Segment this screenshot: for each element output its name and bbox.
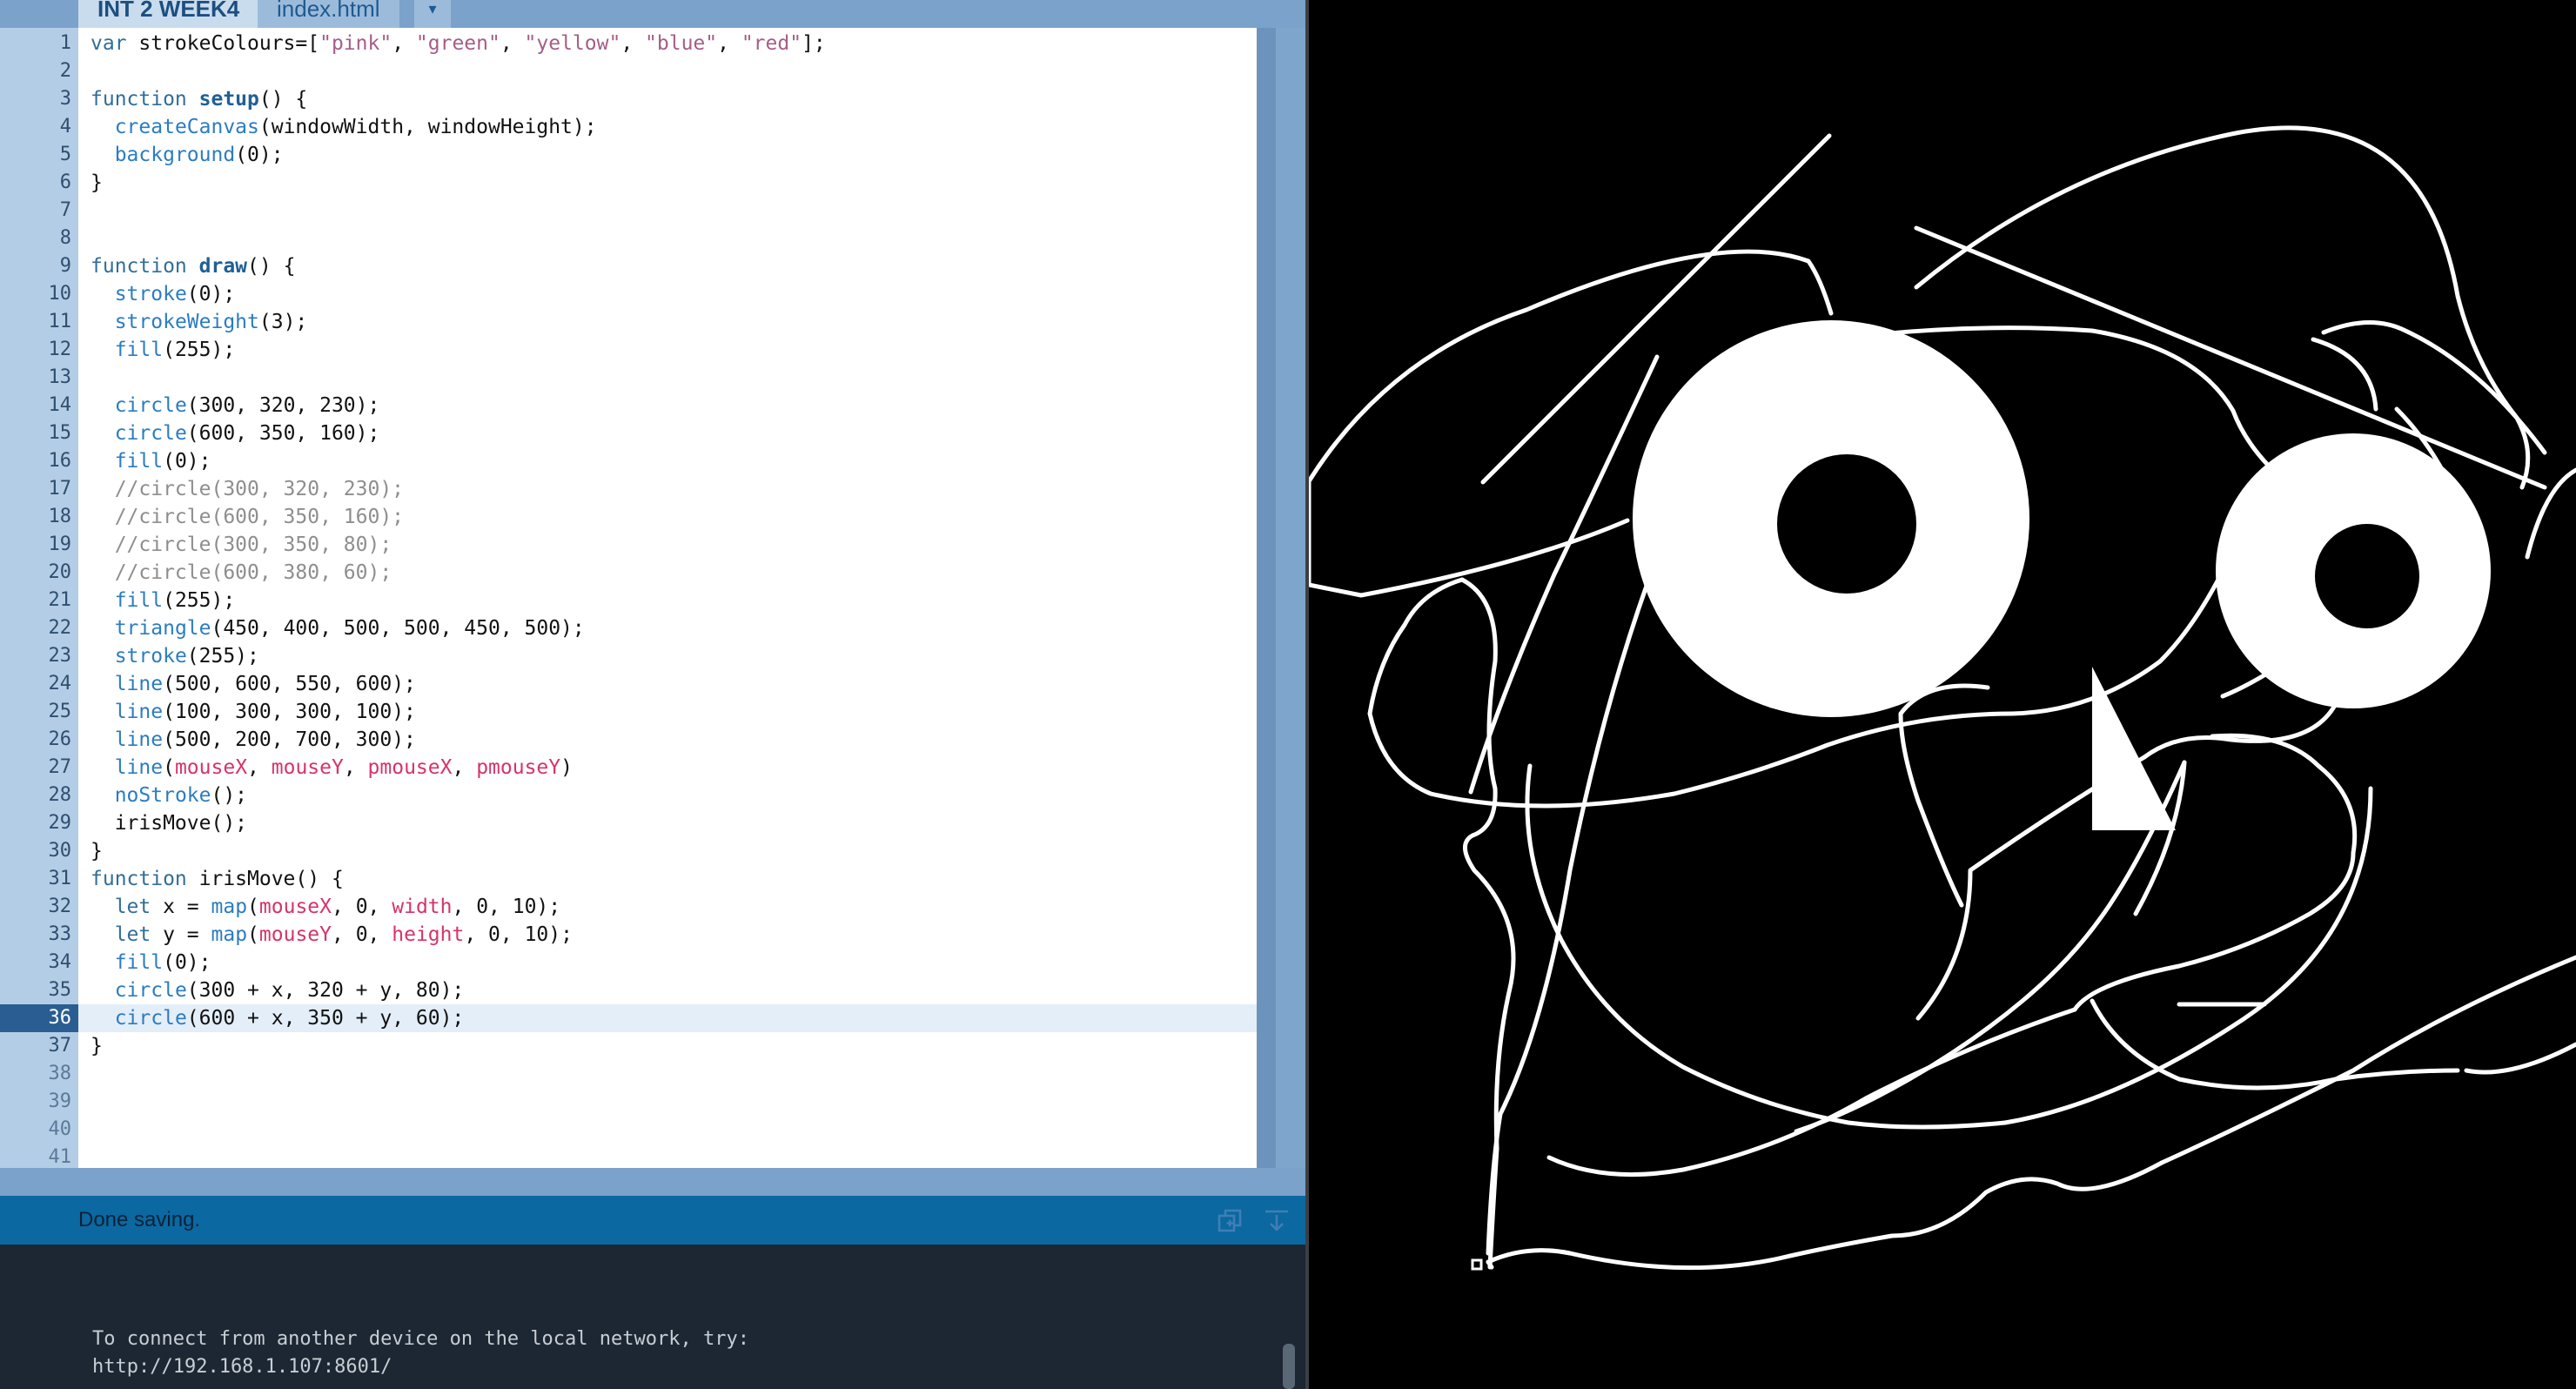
line-number: 26: [48, 728, 72, 750]
code-line[interactable]: line(mouseX, mouseY, pmouseX, pmouseY): [91, 754, 573, 782]
line-number: 2: [59, 60, 71, 82]
code-line[interactable]: fill(255);: [91, 336, 235, 364]
code-line[interactable]: let x = map(mouseX, 0, width, 0, 10);: [91, 893, 560, 921]
line-number: 11: [48, 311, 72, 332]
code-line[interactable]: function irisMove() {: [91, 865, 344, 893]
code-line[interactable]: stroke(0);: [91, 280, 235, 308]
code-line[interactable]: function setup() {: [91, 85, 307, 113]
code-line[interactable]: //circle(300, 350, 80);: [91, 531, 392, 559]
line-number-gutter: 1 2 3 4 5 6 7 8 9 10 11 12 13 14 15 16 17 18 19 20 21 22 23 24 2…: [0, 28, 78, 1168]
line-number: 24: [48, 673, 72, 694]
line-number: 32: [48, 896, 72, 917]
console-line: http://192.168.1.107:8601/: [92, 1356, 392, 1378]
console-scrollbar[interactable]: [1283, 1344, 1295, 1389]
code-line[interactable]: circle(300, 320, 230);: [91, 392, 380, 419]
line-number: 27: [48, 756, 72, 778]
line-number: 22: [48, 617, 72, 639]
code-editor-pane: INT 2 WEEK4 index.html ▾ 1 2 3 4 5 6 7 8 9 10 11 12…: [0, 0, 1305, 1389]
code-line[interactable]: //circle(600, 380, 60);: [91, 559, 392, 587]
code-line[interactable]: fill(0);: [91, 949, 211, 976]
line-number: 5: [59, 144, 71, 165]
console-line: To connect from another device on the lo…: [92, 1328, 749, 1350]
line-number: 20: [48, 561, 72, 583]
line-number: 15: [48, 422, 72, 444]
status-bar: Done saving.: [0, 1196, 1305, 1245]
code-line[interactable]: fill(0);: [91, 447, 211, 475]
right-iris: [2315, 524, 2419, 628]
line-number: 19: [48, 533, 72, 555]
tab-bar: INT 2 WEEK4 index.html ▾: [0, 0, 1305, 28]
line-number: 36: [0, 1004, 78, 1032]
line-number: 37: [48, 1035, 72, 1057]
chevron-down-icon: ▾: [428, 0, 437, 17]
code-line[interactable]: line(100, 300, 300, 100);: [91, 698, 416, 726]
line-number: 9: [59, 255, 71, 277]
tab-menu-button[interactable]: ▾: [414, 0, 451, 28]
copy-icon[interactable]: [1217, 1208, 1243, 1234]
left-iris: [1777, 454, 1916, 594]
line-number: 10: [48, 283, 72, 305]
line-number: 6: [59, 171, 71, 193]
line-number: 35: [48, 979, 72, 1001]
code-line[interactable]: noStroke();: [91, 782, 247, 809]
code-line[interactable]: var strokeColours=["pink", "green", "yel…: [91, 30, 826, 57]
line-number: 14: [48, 394, 72, 416]
line-number: 18: [48, 506, 72, 527]
code-line[interactable]: triangle(450, 400, 500, 500, 450, 500);: [91, 614, 585, 642]
code-line[interactable]: line(500, 600, 550, 600);: [91, 670, 416, 698]
code-line[interactable]: strokeWeight(3);: [91, 308, 308, 336]
line-number: 21: [48, 589, 72, 611]
code-line[interactable]: irisMove();: [91, 809, 247, 837]
code-line[interactable]: circle(600 + x, 350 + y, 60);: [91, 1004, 465, 1032]
code-line[interactable]: stroke(255);: [91, 642, 259, 670]
line-number: 17: [48, 478, 72, 500]
code-line[interactable]: line(500, 200, 700, 300);: [91, 726, 416, 754]
line-number: 38: [48, 1063, 72, 1084]
line-number: 34: [48, 951, 72, 973]
code-line[interactable]: //circle(300, 320, 230);: [91, 475, 404, 503]
line-number: 4: [59, 116, 71, 138]
line-number: 1: [59, 32, 71, 54]
code-line[interactable]: createCanvas(windowWidth, windowHeight);: [91, 113, 597, 141]
clear-console-icon[interactable]: [1264, 1208, 1290, 1234]
line-number: 8: [59, 227, 71, 249]
code-line[interactable]: }: [91, 837, 103, 865]
status-message: Done saving.: [78, 1208, 201, 1231]
code-text-area[interactable]: var strokeColours=["pink", "green", "yel…: [78, 28, 1257, 1168]
console-panel: To connect from another device on the lo…: [0, 1245, 1305, 1389]
code-line[interactable]: }: [91, 169, 103, 197]
editor-scrollbar[interactable]: [1257, 28, 1276, 1168]
code-line[interactable]: background(0);: [91, 141, 284, 169]
code-line[interactable]: fill(255);: [91, 587, 235, 614]
line-number: 29: [48, 812, 72, 834]
line-number: 3: [59, 88, 71, 110]
code-line[interactable]: circle(300 + x, 320 + y, 80);: [91, 976, 465, 1004]
code-line[interactable]: let y = map(mouseY, 0, height, 0, 10);: [91, 921, 573, 949]
line-number: 23: [48, 645, 72, 667]
line-number: 31: [48, 868, 72, 889]
line-number: 39: [48, 1090, 72, 1112]
line-number: 7: [59, 199, 71, 221]
line-number: 16: [48, 450, 72, 472]
line-number: 13: [48, 366, 72, 388]
scribble-stroke: [1486, 1259, 1494, 1270]
line-number: 40: [48, 1118, 72, 1140]
tab-index-html[interactable]: index.html: [258, 0, 399, 28]
code-line[interactable]: }: [91, 1032, 103, 1060]
line-number: 33: [48, 923, 72, 945]
line-number: 30: [48, 840, 72, 862]
tab-sketch-file[interactable]: INT 2 WEEK4: [78, 0, 259, 28]
sketch-output-canvas[interactable]: [1309, 0, 2576, 1389]
code-line[interactable]: circle(600, 350, 160);: [91, 419, 380, 447]
code-line[interactable]: function draw() {: [91, 252, 295, 280]
line-number: 41: [48, 1146, 72, 1168]
line-number: 28: [48, 784, 72, 806]
code-line[interactable]: //circle(600, 350, 160);: [91, 503, 404, 531]
line-number: 25: [48, 701, 72, 722]
line-number: 12: [48, 339, 72, 360]
